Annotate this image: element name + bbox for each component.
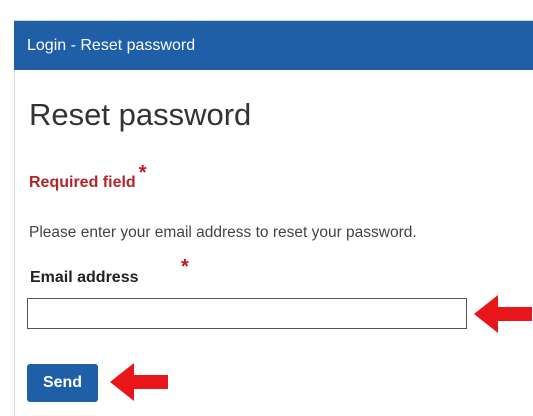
red-arrow-left-icon [110, 363, 168, 401]
required-field-note: Required field * [29, 162, 146, 193]
reset-password-page: Login - Reset password Reset password Re… [0, 0, 533, 416]
email-required-asterisk: * [181, 256, 189, 278]
instructions-text: Please enter your email address to reset… [29, 224, 417, 241]
email-label: Email address [30, 269, 139, 286]
page-title: Reset password [29, 97, 252, 132]
red-arrow-left-icon [474, 295, 532, 333]
content-left-border [14, 70, 15, 416]
send-button[interactable]: Send [27, 364, 98, 402]
window-title: Login - Reset password [27, 37, 196, 54]
required-field-label: Required field [29, 174, 136, 191]
title-bar: Login - Reset password [14, 20, 533, 70]
required-asterisk: * [138, 162, 147, 184]
email-input[interactable] [27, 298, 467, 329]
